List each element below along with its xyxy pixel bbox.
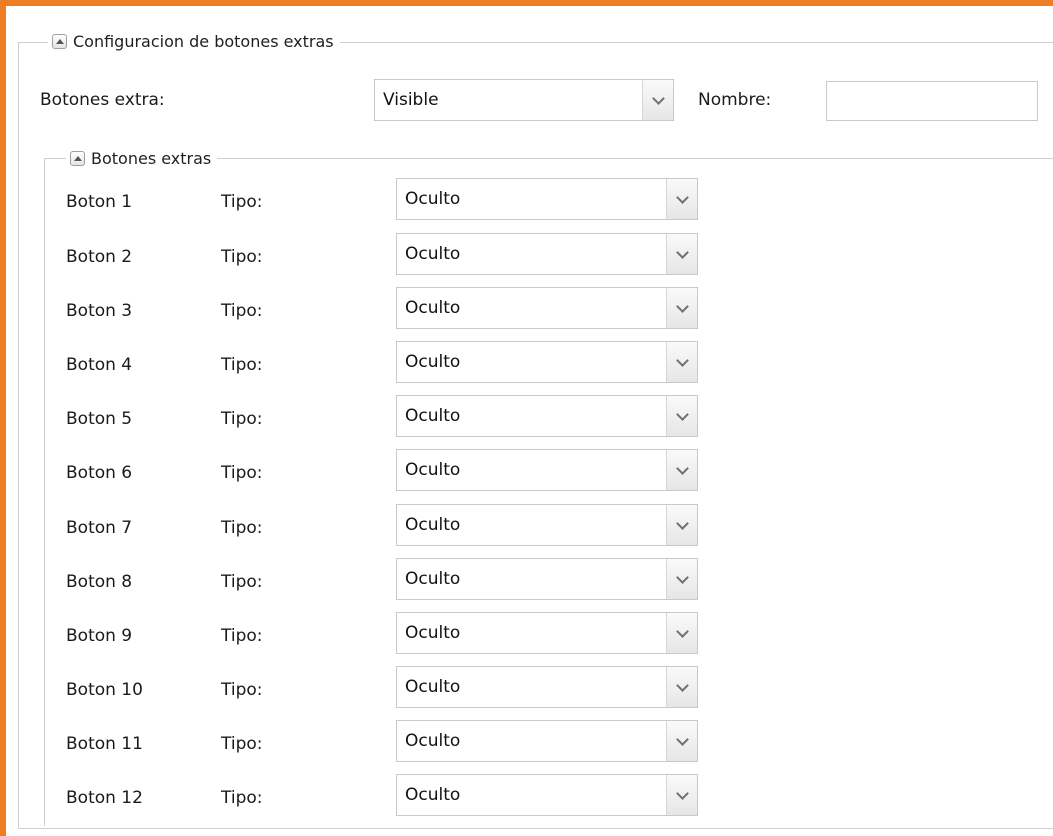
tipo-label: Tipo: <box>221 355 263 375</box>
tipo-value: Oculto <box>405 731 461 751</box>
tipo-select[interactable]: Oculto <box>396 178 698 220</box>
button-row: Boton 12 Tipo: Oculto <box>0 774 1053 828</box>
tipo-label: Tipo: <box>221 301 263 321</box>
tipo-value: Oculto <box>405 515 461 535</box>
button-name: Boton 7 <box>66 518 133 538</box>
tipo-select[interactable]: Oculto <box>396 449 698 491</box>
tipo-value: Oculto <box>405 189 461 209</box>
tipo-select[interactable]: Oculto <box>396 287 698 329</box>
button-name: Boton 6 <box>66 463 133 483</box>
button-row: Boton 2 Tipo: Oculto <box>0 233 1053 287</box>
tipo-label: Tipo: <box>221 409 263 429</box>
nombre-input[interactable] <box>826 81 1038 121</box>
tipo-label: Tipo: <box>221 788 263 808</box>
button-row: Boton 4 Tipo: Oculto <box>0 341 1053 395</box>
button-name: Boton 12 <box>66 788 143 808</box>
chevron-down-icon[interactable] <box>666 721 697 761</box>
tipo-select[interactable]: Oculto <box>396 720 698 762</box>
tipo-select[interactable]: Oculto <box>396 233 698 275</box>
chevron-down-icon[interactable] <box>666 288 697 328</box>
button-name: Boton 4 <box>66 355 133 375</box>
nombre-label: Nombre: <box>698 90 772 110</box>
tipo-value: Oculto <box>405 406 461 426</box>
tipo-value: Oculto <box>405 569 461 589</box>
tipo-label: Tipo: <box>221 572 263 592</box>
button-row: Boton 5 Tipo: Oculto <box>0 395 1053 449</box>
button-row: Boton 8 Tipo: Oculto <box>0 558 1053 612</box>
section-title: Botones extras <box>91 148 212 168</box>
chevron-down-icon[interactable] <box>666 450 697 490</box>
button-row: Boton 1 Tipo: Oculto <box>0 178 1053 232</box>
tipo-select[interactable]: Oculto <box>396 774 698 816</box>
tipo-select[interactable]: Oculto <box>396 558 698 600</box>
button-row: Boton 9 Tipo: Oculto <box>0 612 1053 666</box>
chevron-down-icon[interactable] <box>666 505 697 545</box>
tipo-value: Oculto <box>405 298 461 318</box>
section-title: Configuracion de botones extras <box>73 31 334 51</box>
window-top-border <box>0 0 1053 6</box>
tipo-value: Oculto <box>405 623 461 643</box>
chevron-down-icon[interactable] <box>666 613 697 653</box>
tipo-label: Tipo: <box>221 518 263 538</box>
tipo-select[interactable]: Oculto <box>396 612 698 654</box>
tipo-value: Oculto <box>405 785 461 805</box>
botones-extra-value: Visible <box>383 90 439 110</box>
button-row: Boton 3 Tipo: Oculto <box>0 287 1053 341</box>
collapse-up-icon[interactable] <box>52 33 67 49</box>
chevron-down-icon[interactable] <box>666 775 697 815</box>
tipo-value: Oculto <box>405 677 461 697</box>
button-name: Boton 11 <box>66 734 143 754</box>
botones-extras-legend: Botones extras <box>66 148 218 168</box>
tipo-select[interactable]: Oculto <box>396 341 698 383</box>
chevron-down-icon[interactable] <box>666 667 697 707</box>
collapse-up-icon[interactable] <box>70 150 85 166</box>
button-name: Boton 8 <box>66 572 133 592</box>
button-row: Boton 6 Tipo: Oculto <box>0 449 1053 503</box>
tipo-label: Tipo: <box>221 734 263 754</box>
botones-extra-label: Botones extra: <box>40 90 165 110</box>
chevron-down-icon[interactable] <box>642 80 673 120</box>
tipo-label: Tipo: <box>221 680 263 700</box>
tipo-select[interactable]: Oculto <box>396 666 698 708</box>
button-name: Boton 5 <box>66 409 133 429</box>
button-row: Boton 7 Tipo: Oculto <box>0 504 1053 558</box>
tipo-label: Tipo: <box>221 247 263 267</box>
chevron-down-icon[interactable] <box>666 234 697 274</box>
botones-extra-select[interactable]: Visible <box>374 79 674 121</box>
tipo-label: Tipo: <box>221 626 263 646</box>
chevron-down-icon[interactable] <box>666 342 697 382</box>
chevron-down-icon[interactable] <box>666 396 697 436</box>
button-name: Boton 1 <box>66 192 133 212</box>
button-name: Boton 2 <box>66 247 133 267</box>
tipo-select[interactable]: Oculto <box>396 504 698 546</box>
tipo-label: Tipo: <box>221 192 263 212</box>
chevron-down-icon[interactable] <box>666 559 697 599</box>
button-name: Boton 3 <box>66 301 133 321</box>
tipo-label: Tipo: <box>221 463 263 483</box>
button-name: Boton 9 <box>66 626 133 646</box>
tipo-select[interactable]: Oculto <box>396 395 698 437</box>
tipo-value: Oculto <box>405 352 461 372</box>
botones-config-legend: Configuracion de botones extras <box>48 31 340 51</box>
tipo-value: Oculto <box>405 244 461 264</box>
chevron-down-icon[interactable] <box>666 179 697 219</box>
tipo-value: Oculto <box>405 460 461 480</box>
button-name: Boton 10 <box>66 680 143 700</box>
button-row: Boton 10 Tipo: Oculto <box>0 666 1053 720</box>
button-row: Boton 11 Tipo: Oculto <box>0 720 1053 774</box>
